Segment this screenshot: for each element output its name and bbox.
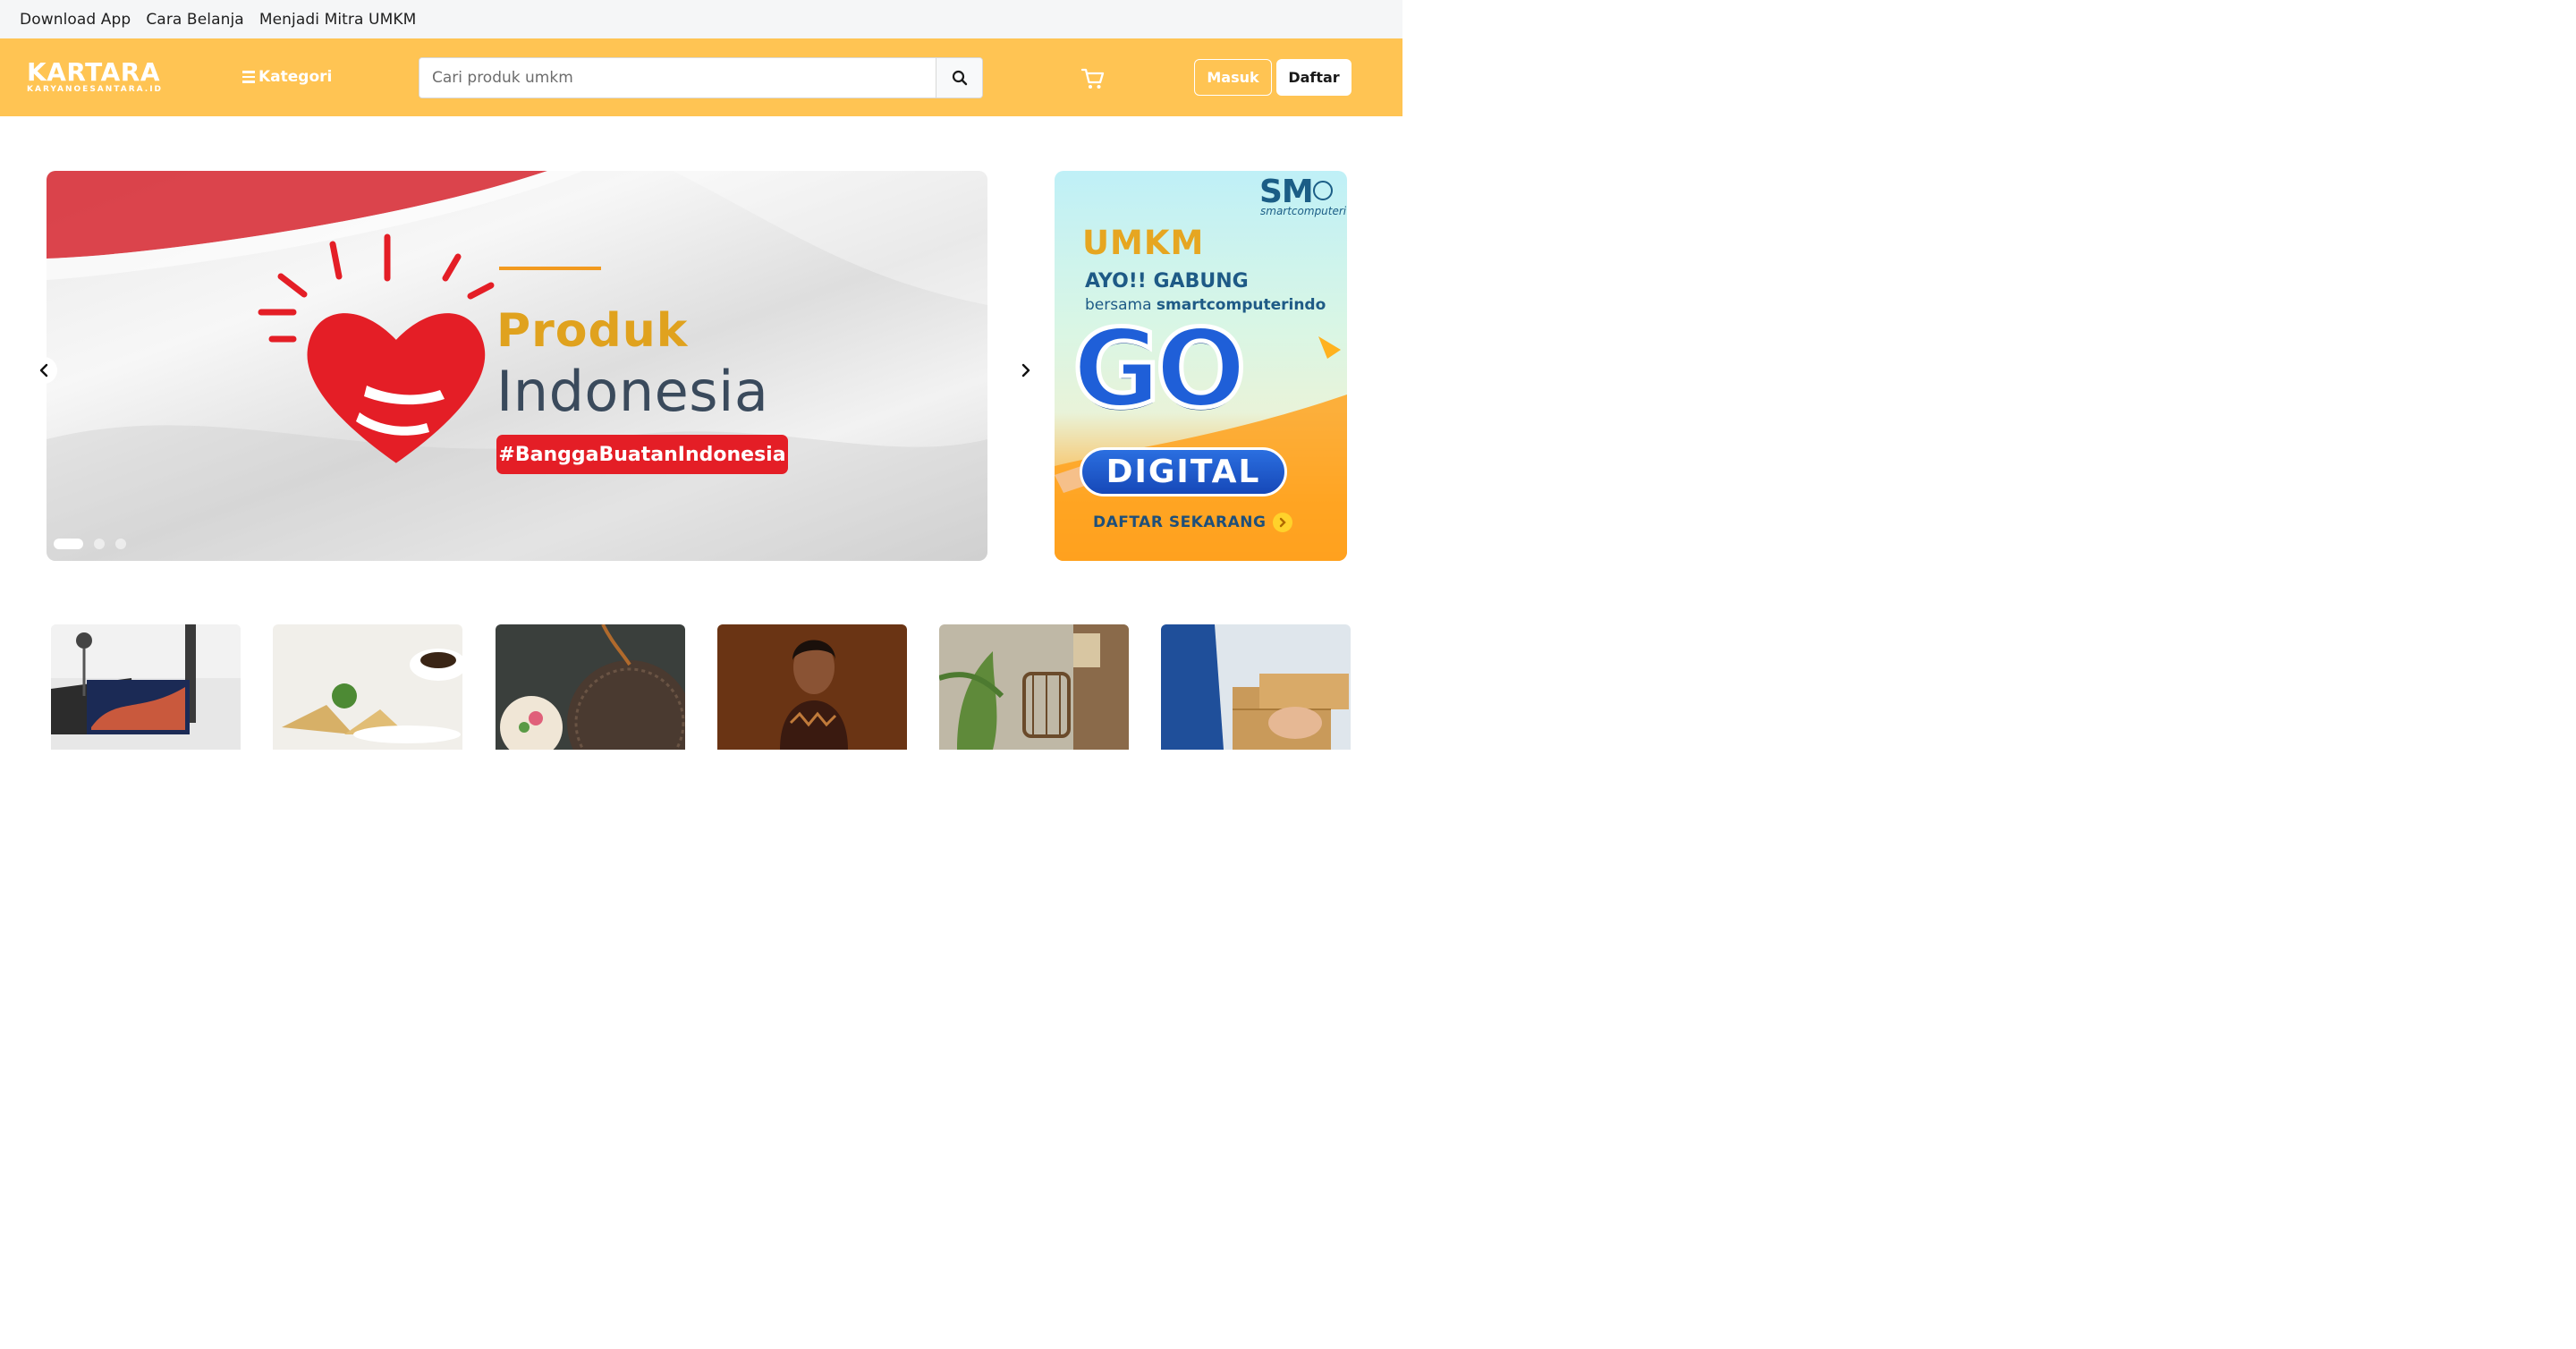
banner-line1: AYO!! GABUNG bbox=[1085, 270, 1249, 293]
category-card[interactable] bbox=[1161, 624, 1351, 750]
logo-sub-text: KARYANOESANTARA.ID bbox=[27, 85, 164, 94]
top-bar: Download App Cara Belanja Menjadi Mitra … bbox=[0, 0, 1402, 38]
main-header: KARTARA KARYANOESANTARA.ID Kategori Masu… bbox=[0, 38, 1402, 116]
sm-logo-subtext: smartcomputeri bbox=[1260, 205, 1347, 217]
slide-title-indonesia: Indonesia bbox=[496, 359, 769, 424]
decor-line bbox=[499, 267, 601, 270]
category-card[interactable] bbox=[273, 624, 462, 750]
banner-go-text: GO bbox=[1071, 306, 1249, 435]
logo-main-text: KARTARA bbox=[27, 57, 160, 87]
menjadi-mitra-link[interactable]: Menjadi Mitra UMKM bbox=[259, 11, 417, 29]
search-bar bbox=[419, 57, 983, 98]
food-image bbox=[273, 624, 462, 750]
category-card[interactable] bbox=[496, 624, 685, 750]
cara-belanja-link[interactable]: Cara Belanja bbox=[146, 11, 243, 29]
search-button[interactable] bbox=[936, 58, 982, 98]
carousel-dot[interactable] bbox=[115, 539, 126, 549]
kategori-label: Kategori bbox=[258, 68, 333, 86]
banner-digital-pill: DIGITAL bbox=[1080, 447, 1287, 496]
category-card[interactable] bbox=[939, 624, 1129, 750]
cart-button[interactable] bbox=[1080, 66, 1106, 91]
banner-cta[interactable]: DAFTAR SEKARANG bbox=[1093, 513, 1293, 532]
category-strip bbox=[0, 624, 1402, 750]
download-app-link[interactable]: Download App bbox=[20, 11, 131, 29]
daftar-button[interactable]: Daftar bbox=[1276, 59, 1352, 96]
carousel-dot[interactable] bbox=[94, 539, 105, 549]
carousel-next-button[interactable] bbox=[1013, 357, 1039, 384]
rattan-bag-image bbox=[496, 624, 685, 750]
chevron-right-icon bbox=[1273, 513, 1293, 532]
banner-cta-label: DAFTAR SEKARANG bbox=[1093, 513, 1267, 531]
delivery-box-image bbox=[1161, 624, 1351, 750]
chevron-left-icon bbox=[39, 363, 48, 378]
menu-icon bbox=[242, 71, 255, 83]
hashtag-badge: #BanggaBuatanIndonesia bbox=[496, 435, 788, 474]
chevron-right-icon bbox=[1021, 363, 1030, 378]
home-decor-image bbox=[939, 624, 1129, 750]
category-card[interactable] bbox=[717, 624, 907, 750]
carousel-prev-button[interactable] bbox=[30, 357, 57, 384]
search-icon bbox=[952, 70, 967, 86]
carousel-indicators bbox=[54, 539, 126, 549]
slide-title-produk: Produk bbox=[496, 304, 689, 358]
banner-headline: UMKM bbox=[1082, 224, 1205, 262]
kartara-logo[interactable]: KARTARA KARYANOESANTARA.ID bbox=[27, 57, 164, 95]
laptop-image bbox=[51, 624, 241, 750]
category-card[interactable] bbox=[51, 624, 241, 750]
masuk-button[interactable]: Masuk bbox=[1194, 59, 1272, 96]
batik-fashion-image bbox=[717, 624, 907, 750]
search-input[interactable] bbox=[419, 58, 936, 98]
kategori-button[interactable]: Kategori bbox=[242, 68, 332, 86]
cart-icon bbox=[1080, 68, 1105, 89]
carousel-dot[interactable] bbox=[54, 539, 83, 549]
